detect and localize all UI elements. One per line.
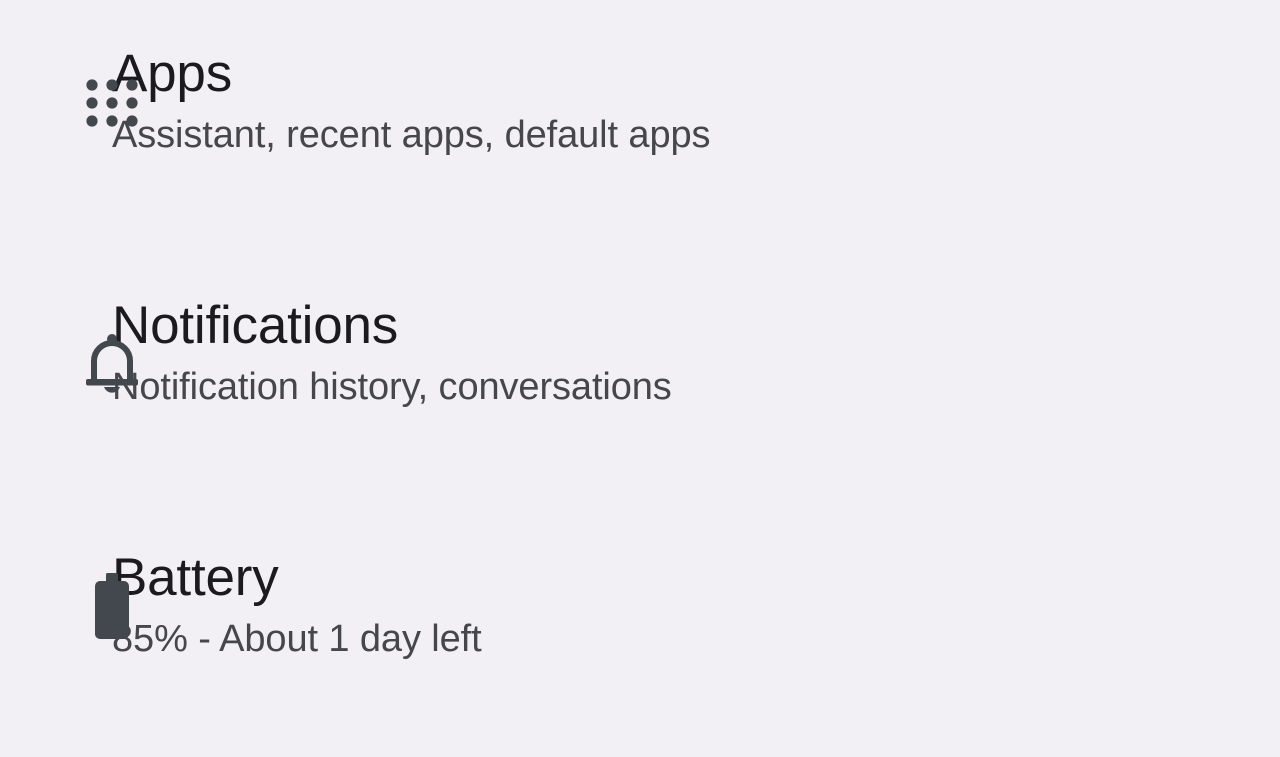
settings-row-title: Notifications — [112, 296, 399, 355]
settings-row-title: Battery — [112, 548, 279, 607]
settings-row-battery[interactable]: Battery 85% - About 1 day left — [0, 542, 1280, 672]
settings-row-title: Apps — [112, 44, 233, 103]
settings-row-subtitle: Notification history, conversations — [112, 366, 672, 408]
apps-grid-icon — [56, 38, 168, 168]
settings-list: Apps Assistant, recent apps, default app… — [0, 0, 1280, 757]
settings-row-subtitle: 85% - About 1 day left — [112, 618, 482, 660]
settings-row-text: Notifications Notification history, conv… — [112, 290, 1280, 412]
notifications-bell-icon — [56, 290, 168, 420]
battery-icon — [56, 542, 168, 672]
settings-row-apps[interactable]: Apps Assistant, recent apps, default app… — [0, 38, 1280, 168]
settings-row-text: Apps Assistant, recent apps, default app… — [112, 38, 1280, 160]
settings-row-text: Battery 85% - About 1 day left — [112, 542, 1280, 664]
settings-row-subtitle: Assistant, recent apps, default apps — [112, 114, 711, 156]
settings-row-notifications[interactable]: Notifications Notification history, conv… — [0, 290, 1280, 420]
